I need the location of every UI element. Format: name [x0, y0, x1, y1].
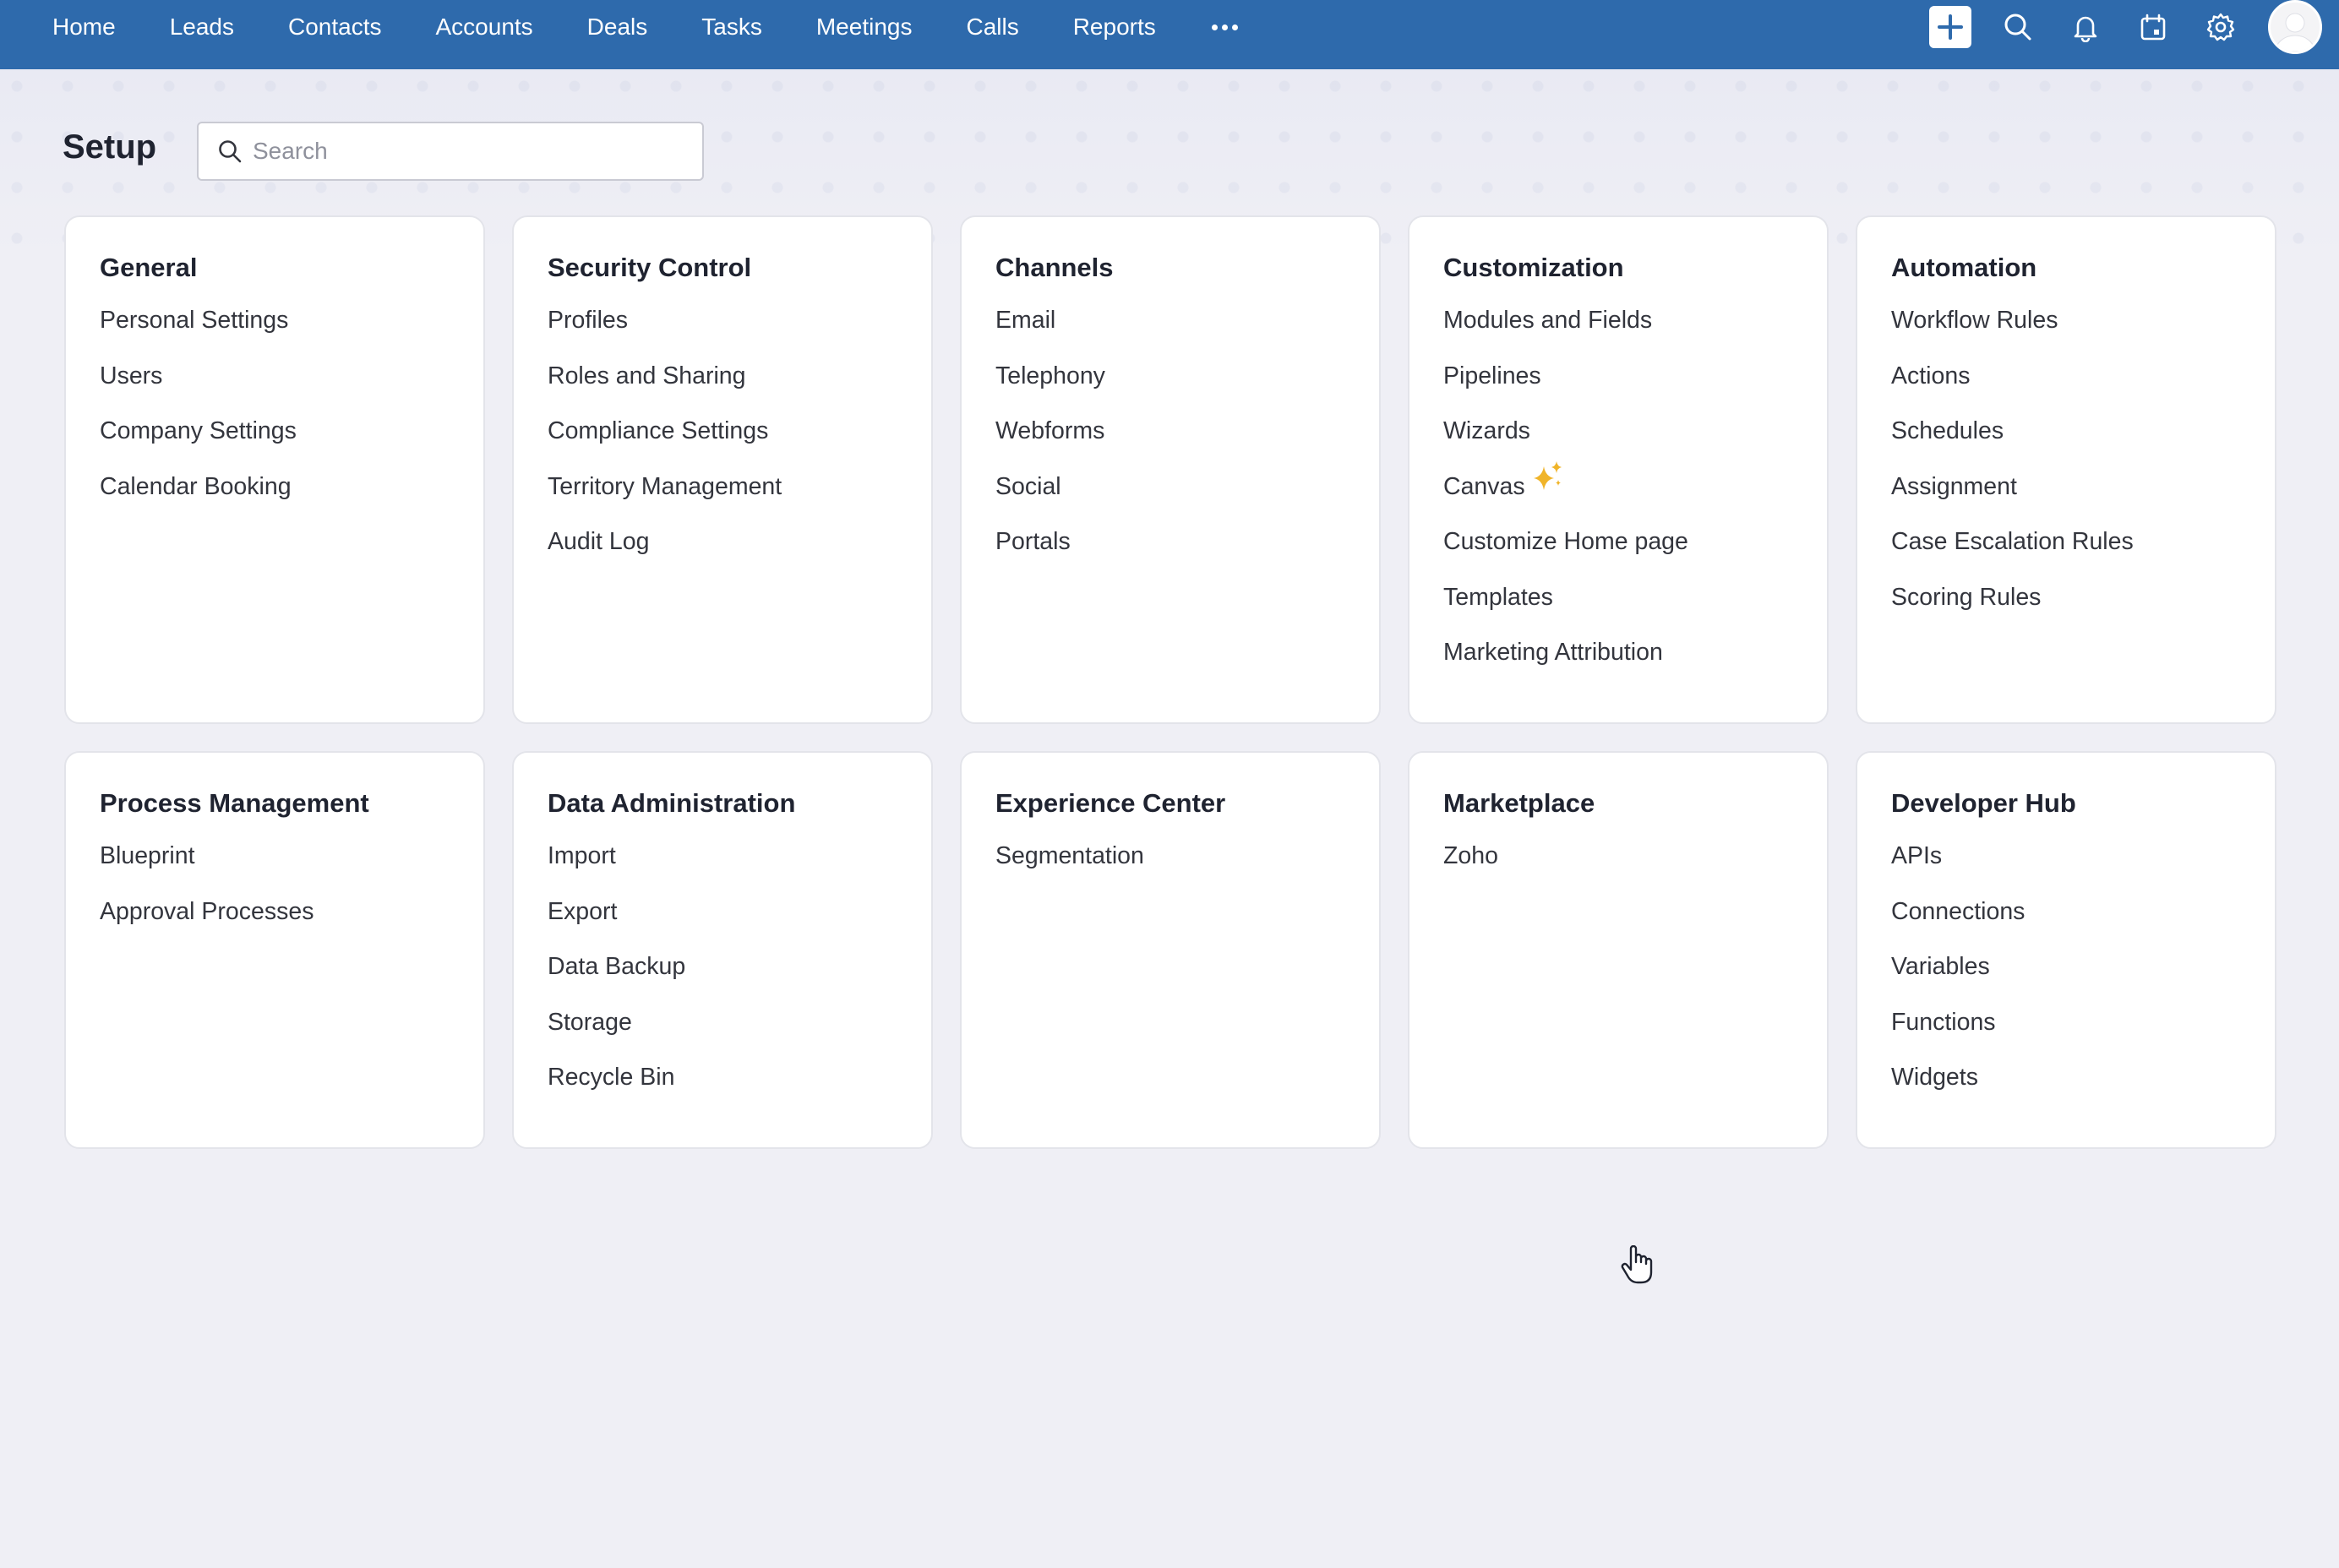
hand-cursor-icon [1621, 1245, 1653, 1284]
link-company-settings[interactable]: Company Settings [100, 414, 483, 470]
card-title: Security Control [548, 253, 752, 282]
link-segmentation[interactable]: Segmentation [995, 839, 1379, 895]
card-title: Channels [995, 253, 1114, 282]
link-templates[interactable]: Templates [1443, 580, 1827, 636]
card-customization: Customization Modules and Fields Pipelin… [1408, 215, 1829, 724]
top-nav-bar: Home Leads Contacts Accounts Deals Tasks… [0, 0, 2339, 69]
card-title: Process Management [100, 788, 369, 818]
calendar-icon[interactable] [2119, 0, 2187, 54]
link-personal-settings[interactable]: Personal Settings [100, 303, 483, 359]
link-export[interactable]: Export [548, 895, 931, 950]
link-functions[interactable]: Functions [1891, 1005, 2275, 1061]
search-icon[interactable] [1984, 0, 2052, 54]
link-approval-processes[interactable]: Approval Processes [100, 895, 483, 950]
link-variables[interactable]: Variables [1891, 950, 2275, 1005]
card-title: Automation [1891, 253, 2037, 282]
link-modules-and-fields[interactable]: Modules and Fields [1443, 303, 1827, 359]
nav-tabs: Home Leads Contacts Accounts Deals Tasks… [0, 0, 1268, 69]
card-title: Marketplace [1443, 788, 1595, 818]
card-experience-center: Experience Center Segmentation [960, 751, 1381, 1149]
link-connections[interactable]: Connections [1891, 895, 2275, 950]
tab-leads[interactable]: Leads [143, 0, 261, 54]
link-actions[interactable]: Actions [1891, 359, 2275, 415]
card-security-control: Security Control Profiles Roles and Shar… [512, 215, 933, 724]
link-assignment[interactable]: Assignment [1891, 470, 2275, 525]
link-marketing-attribution[interactable]: Marketing Attribution [1443, 635, 1827, 691]
link-widgets[interactable]: Widgets [1891, 1060, 2275, 1116]
card-developer-hub: Developer Hub APIs Connections Variables… [1856, 751, 2276, 1149]
link-scoring-rules[interactable]: Scoring Rules [1891, 580, 2275, 636]
search-input[interactable] [253, 138, 692, 165]
link-webforms[interactable]: Webforms [995, 414, 1379, 470]
link-portals[interactable]: Portals [995, 525, 1379, 580]
card-title: General [100, 253, 198, 282]
card-title: Customization [1443, 253, 1624, 282]
tab-meetings[interactable]: Meetings [789, 0, 940, 54]
card-marketplace: Marketplace Zoho [1408, 751, 1829, 1149]
avatar[interactable] [2268, 0, 2322, 54]
tab-tasks[interactable]: Tasks [674, 0, 789, 54]
link-data-backup[interactable]: Data Backup [548, 950, 931, 1005]
link-compliance-settings[interactable]: Compliance Settings [548, 414, 931, 470]
card-channels: Channels Email Telephony Webforms Social… [960, 215, 1381, 724]
link-social[interactable]: Social [995, 470, 1379, 525]
search-field[interactable] [197, 122, 704, 181]
card-data-administration: Data Administration Import Export Data B… [512, 751, 933, 1149]
add-button[interactable] [1916, 0, 1984, 54]
link-zoho[interactable]: Zoho [1443, 839, 1827, 895]
link-telephony[interactable]: Telephony [995, 359, 1379, 415]
sparkle-icon [1533, 460, 1562, 490]
card-title: Developer Hub [1891, 788, 2076, 818]
link-workflow-rules[interactable]: Workflow Rules [1891, 303, 2275, 359]
link-calendar-booking[interactable]: Calendar Booking [100, 470, 483, 525]
link-roles-and-sharing[interactable]: Roles and Sharing [548, 359, 931, 415]
search-icon [219, 140, 242, 163]
add-icon [1929, 6, 1971, 48]
link-audit-log[interactable]: Audit Log [548, 525, 931, 580]
link-import[interactable]: Import [548, 839, 931, 895]
page-title: Setup [63, 128, 157, 166]
card-title: Experience Center [995, 788, 1226, 818]
link-recycle-bin[interactable]: Recycle Bin [548, 1060, 931, 1116]
link-schedules[interactable]: Schedules [1891, 414, 2275, 470]
link-users[interactable]: Users [100, 359, 483, 415]
card-automation: Automation Workflow Rules Actions Schedu… [1856, 215, 2276, 724]
tab-accounts[interactable]: Accounts [409, 0, 560, 54]
tab-reports[interactable]: Reports [1046, 0, 1183, 54]
tab-deals[interactable]: Deals [560, 0, 675, 54]
link-blueprint[interactable]: Blueprint [100, 839, 483, 895]
card-general: General Personal Settings Users Company … [64, 215, 485, 724]
tab-calls[interactable]: Calls [939, 0, 1045, 54]
link-canvas[interactable]: Canvas [1443, 460, 1827, 525]
card-process-management: Process Management Blueprint Approval Pr… [64, 751, 485, 1149]
link-storage[interactable]: Storage [548, 1005, 931, 1061]
tab-contacts[interactable]: Contacts [261, 0, 409, 54]
card-title: Data Administration [548, 788, 796, 818]
link-customize-home-page[interactable]: Customize Home page [1443, 525, 1827, 580]
tab-home[interactable]: Home [25, 0, 143, 54]
link-profiles[interactable]: Profiles [548, 303, 931, 359]
top-right-icons [1916, 0, 2339, 54]
link-case-escalation-rules[interactable]: Case Escalation Rules [1891, 525, 2275, 580]
gear-icon[interactable] [2187, 0, 2254, 54]
link-email[interactable]: Email [995, 303, 1379, 359]
link-apis[interactable]: APIs [1891, 839, 2275, 895]
more-dots-icon[interactable] [1183, 0, 1268, 54]
link-territory-management[interactable]: Territory Management [548, 470, 931, 525]
link-canvas-label: Canvas [1443, 472, 1525, 500]
link-pipelines[interactable]: Pipelines [1443, 359, 1827, 415]
link-wizards[interactable]: Wizards [1443, 414, 1827, 470]
bell-icon[interactable] [2052, 0, 2119, 54]
